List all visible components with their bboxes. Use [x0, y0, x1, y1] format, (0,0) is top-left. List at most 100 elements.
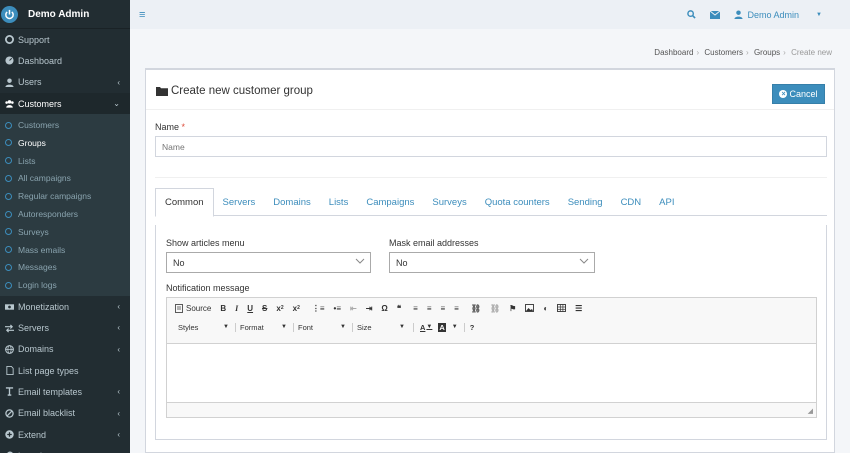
breadcrumb-customers[interactable]: Customers [704, 48, 743, 57]
breadcrumb-dashboard[interactable]: Dashboard [654, 48, 693, 57]
image-icon[interactable] [525, 304, 535, 312]
user-icon [5, 78, 14, 87]
submenu-item-customers[interactable]: Customers [0, 116, 130, 134]
source-button[interactable]: Source [175, 304, 211, 313]
submenu-item-login-logs[interactable]: Login logs [0, 276, 130, 294]
breadcrumb-groups[interactable]: Groups [754, 48, 780, 57]
tab-surveys[interactable]: Surveys [423, 188, 475, 216]
caret-down-icon: ▼ [340, 324, 346, 330]
align-left-icon[interactable]: ≡ [413, 304, 418, 313]
resize-handle-icon[interactable]: ◢ [808, 407, 813, 415]
submenu-item-all-campaigns[interactable]: All campaigns [0, 170, 130, 188]
submenu-item-messages[interactable]: Messages [0, 259, 130, 277]
power-logo-icon [1, 5, 18, 23]
submenu-item-surveys[interactable]: Surveys [0, 223, 130, 241]
tab-sending[interactable]: Sending [559, 188, 612, 216]
italic-icon[interactable]: I [235, 304, 238, 313]
font-dropdown[interactable]: Font ▼ [293, 322, 346, 332]
sidebar-item-label: Users [18, 77, 42, 88]
tab-campaigns[interactable]: Campaigns [357, 188, 423, 216]
special-char-icon[interactable]: Ω [381, 304, 387, 313]
sidebar-item-users[interactable]: Users ‹ [0, 72, 130, 93]
submenu-item-autoresponders[interactable]: Autoresponders [0, 205, 130, 223]
user-menu[interactable]: Demo Admin ▼ [733, 10, 836, 20]
sidebar-item-monetization[interactable]: Monetization ‹ [0, 296, 130, 317]
caret-down-icon: ▼ [399, 324, 405, 330]
envelope-icon[interactable] [709, 10, 720, 19]
sidebar-item-label: Customers [18, 98, 62, 109]
indent-icon[interactable]: ⇥ [366, 304, 373, 313]
submenu-item-label: Autoresponders [18, 209, 79, 220]
close-circle-icon: × [779, 90, 788, 98]
styles-dropdown[interactable]: Styles ▼ [178, 323, 229, 332]
unlink-icon[interactable]: ⛓ [490, 304, 500, 313]
menu-toggle-icon[interactable]: ≡ [139, 9, 145, 21]
chevron-left-icon: ‹ [117, 429, 120, 439]
anchor-flag-icon[interactable]: ⚑ [509, 304, 516, 313]
superscript-icon[interactable]: x2 [293, 304, 300, 313]
editor-toolbar-row-1: Source B I U S x2 x2 ⋮≡ •≡ ⇤ ⇥ Ω ❝ ≡ ≡ ≡… [167, 298, 816, 318]
sidebar-item-customers[interactable]: Customers ⌄ [0, 92, 130, 115]
chevron-down-icon [579, 256, 589, 269]
sidebar-item-servers[interactable]: Servers ‹ [0, 317, 130, 338]
required-marker: * [181, 122, 186, 132]
sidebar-item-email-blacklist[interactable]: Email blacklist ‹ [0, 403, 130, 424]
tab-quota-counters[interactable]: Quota counters [476, 188, 559, 216]
sidebar-item-email-templates[interactable]: Email templates ‹ [0, 381, 130, 402]
table-icon[interactable] [557, 304, 567, 312]
align-center-icon[interactable]: ≡ [427, 304, 432, 313]
flash-icon[interactable]: ◐ [543, 304, 548, 313]
submenu-item-mass-emails[interactable]: Mass emails [0, 241, 130, 259]
show-articles-select[interactable]: No [166, 252, 371, 273]
submenu-item-lists[interactable]: Lists [0, 152, 130, 170]
search-icon[interactable] [686, 10, 696, 19]
submenu-item-label: Mass emails [18, 244, 66, 255]
brand[interactable]: Demo Admin [0, 0, 130, 29]
tab-domains[interactable]: Domains [264, 188, 320, 216]
sidebar-item-dashboard[interactable]: Dashboard [0, 50, 130, 71]
strikethrough-icon[interactable]: S [262, 304, 267, 313]
link-icon[interactable]: ⛓ [471, 304, 481, 313]
horizontal-rule-icon[interactable]: ☰ [575, 304, 582, 313]
submenu-item-label: Regular campaigns [18, 191, 92, 202]
sidebar-item-support[interactable]: Support [0, 29, 130, 50]
page-title-text: Create new customer group [171, 85, 313, 97]
globe-icon [5, 344, 14, 354]
submenu-item-groups[interactable]: Groups [0, 134, 130, 152]
divider [155, 177, 827, 178]
name-input[interactable] [155, 136, 827, 157]
mask-email-select[interactable]: No [389, 252, 595, 273]
submenu-item-regular-campaigns[interactable]: Regular campaigns [0, 187, 130, 205]
circle-icon [5, 246, 12, 254]
tab-api[interactable]: API [650, 188, 683, 216]
subscript-icon[interactable]: x2 [276, 304, 283, 313]
cancel-button[interactable]: × Cancel [772, 84, 825, 104]
sidebar-item-label: Extend [18, 429, 47, 440]
editor-content-area[interactable] [167, 343, 816, 403]
align-right-icon[interactable]: ≡ [440, 304, 445, 313]
outdent-icon[interactable]: ⇤ [350, 304, 357, 313]
sidebar-item-label: List page types [18, 365, 79, 376]
tab-lists[interactable]: Lists [320, 188, 358, 216]
sidebar-item-locations[interactable]: Locations‹ [0, 445, 130, 453]
tab-servers[interactable]: Servers [214, 188, 265, 216]
money-icon [5, 302, 14, 311]
tab-cdn[interactable]: CDN [612, 188, 651, 216]
sidebar-item-list-page-types[interactable]: List page types [0, 360, 130, 381]
submenu-item-label: Groups [18, 137, 46, 148]
size-dropdown[interactable]: Size ▼ [352, 322, 405, 332]
sidebar-item-domains[interactable]: Domains ‹ [0, 339, 130, 360]
sidebar-item-extend[interactable]: Extend ‹ [0, 424, 130, 445]
blockquote-icon[interactable]: ❝ [397, 304, 401, 313]
background-color-icon[interactable]: A [438, 322, 446, 332]
user-icon [733, 10, 743, 19]
numbered-list-icon[interactable]: ⋮≡ [312, 304, 325, 313]
format-dropdown[interactable]: Format ▼ [235, 322, 287, 332]
underline-icon[interactable]: U [247, 304, 253, 313]
align-justify-icon[interactable]: ≡ [454, 304, 459, 313]
text-color-icon[interactable]: A ▼ [413, 322, 432, 332]
bulleted-list-icon[interactable]: •≡ [334, 304, 341, 313]
bold-icon[interactable]: B [220, 304, 226, 313]
help-icon[interactable]: ? [463, 322, 474, 332]
tab-common[interactable]: Common [155, 188, 214, 217]
